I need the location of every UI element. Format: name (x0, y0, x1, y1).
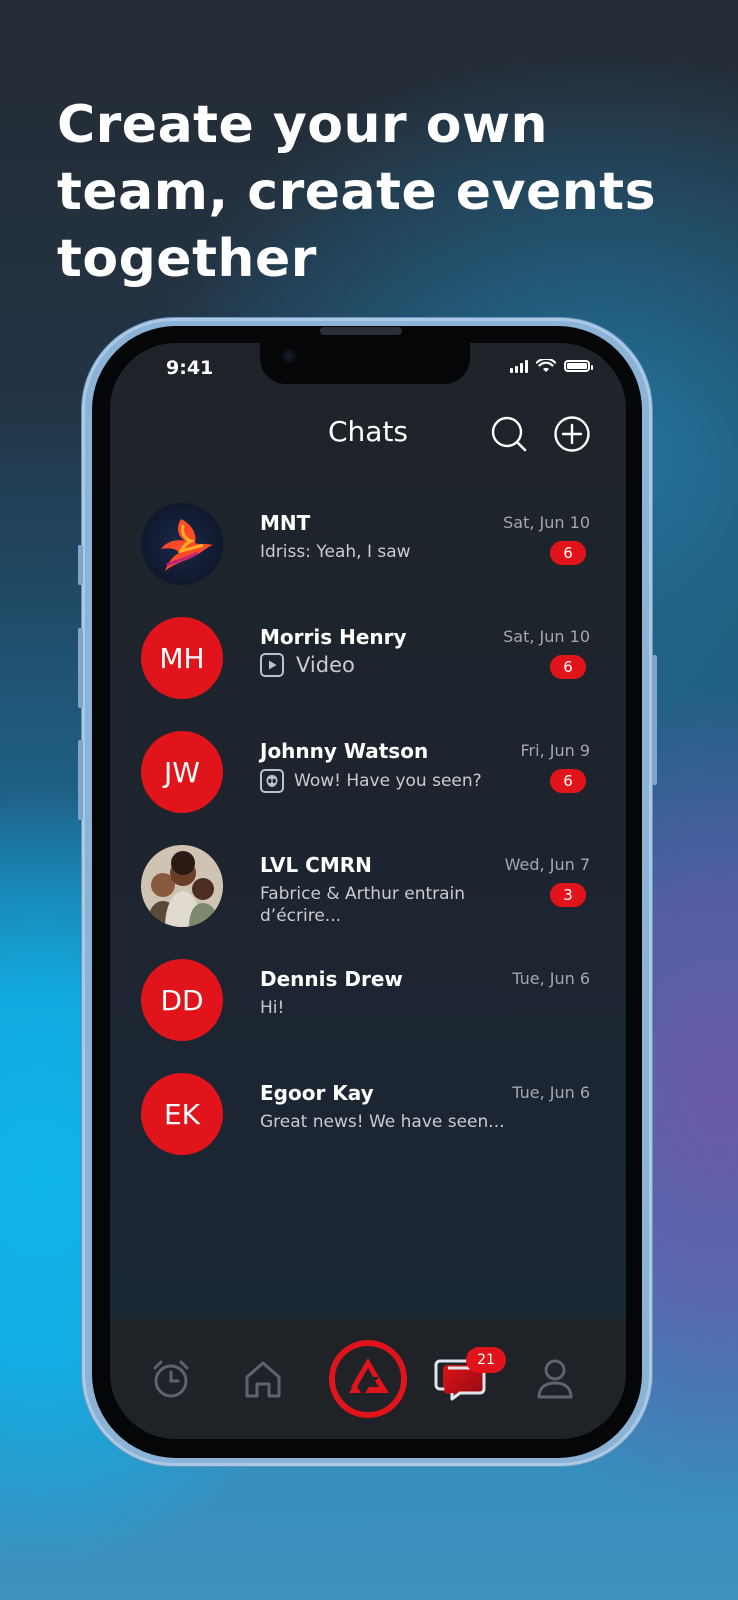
alien-sticker-icon (260, 769, 284, 793)
tab-alarm[interactable] (136, 1319, 206, 1439)
chat-preview: Wow! Have you seen? (260, 769, 560, 793)
chat-name: MNT (260, 511, 311, 535)
phoenix-logo-icon (161, 519, 213, 571)
notch (260, 343, 470, 384)
volume-up-button (78, 628, 83, 708)
unread-badge: 6 (550, 541, 586, 565)
chat-name: Dennis Drew (260, 967, 403, 991)
avatar-initials: EK (141, 1073, 223, 1155)
mute-switch (78, 545, 83, 585)
chat-preview-text: Wow! Have you seen? (294, 771, 482, 791)
wifi-icon (536, 359, 556, 372)
chat-preview: Great news! We have seen... (260, 1112, 505, 1132)
avatar-initials: JW (141, 731, 223, 813)
headline: Create your own team, create events toge… (57, 95, 657, 289)
chat-preview: Fabrice & Arthur entrain d’écrire... (260, 884, 466, 926)
chat-name: Egoor Kay (260, 1081, 374, 1105)
profile-icon (537, 1359, 573, 1399)
bottom-tab-bar: 21 (110, 1319, 626, 1439)
chat-row-lvl-cmrn[interactable]: LVL CMRN Wed, Jun 7 Fabrice & Arthur ent… (110, 845, 626, 957)
chat-date: Sat, Jun 10 (503, 627, 590, 646)
chat-preview: Idriss: Yeah, I saw (260, 542, 411, 562)
alarm-clock-icon (153, 1360, 189, 1398)
power-button (652, 655, 657, 785)
chat-preview-text: Video (296, 653, 355, 677)
tab-profile[interactable] (520, 1319, 590, 1439)
page-title: Chats (327, 415, 409, 448)
chat-preview: Hi! (260, 998, 285, 1018)
chat-row-johnny-watson[interactable]: JW Johnny Watson Fri, Jun 9 Wow! Have yo… (110, 731, 626, 843)
chat-row-mnt[interactable]: MNT Sat, Jun 10 Idriss: Yeah, I saw 6 (110, 503, 626, 615)
avatar-initials: MH (141, 617, 223, 699)
chat-preview: Video (260, 653, 520, 677)
unread-badge: 6 (550, 769, 586, 793)
front-camera (282, 349, 296, 363)
chat-date: Tue, Jun 6 (512, 969, 590, 988)
search-icon[interactable] (490, 415, 528, 453)
tab-home[interactable] (228, 1319, 298, 1439)
chat-date: Tue, Jun 6 (512, 1083, 590, 1102)
brand-logo-icon (329, 1340, 407, 1418)
avatar-initials: DD (141, 959, 223, 1041)
unread-badge: 3 (550, 883, 586, 907)
earpiece-speaker (320, 327, 402, 335)
chat-date: Wed, Jun 7 (504, 855, 590, 874)
chat-date: Fri, Jun 9 (520, 741, 591, 760)
chats-unread-badge: 21 (466, 1347, 506, 1373)
status-icons (510, 359, 593, 373)
chat-row-dennis-drew[interactable]: DD Dennis Drew Tue, Jun 6 Hi! (110, 959, 626, 1071)
chat-row-morris-henry[interactable]: MH Morris Henry Sat, Jun 10 Video 6 (110, 617, 626, 729)
status-time: 9:41 (166, 357, 214, 379)
chat-name: Johnny Watson (260, 739, 429, 763)
avatar-phoenix-logo (141, 503, 223, 585)
avatar-group-photo (141, 845, 223, 927)
tab-chats[interactable] (428, 1319, 498, 1439)
unread-badge: 6 (550, 655, 586, 679)
new-chat-plus-icon[interactable] (553, 415, 591, 453)
phone-screen: 9:41 Chats MNT Sat, Jun 10 Idriss: Yeah,… (110, 343, 626, 1439)
chat-row-egoor-kay[interactable]: EK Egoor Kay Tue, Jun 6 Great news! We h… (110, 1073, 626, 1185)
home-icon (245, 1361, 281, 1398)
chat-date: Sat, Jun 10 (503, 513, 590, 532)
chat-name: LVL CMRN (260, 853, 372, 877)
battery-icon (564, 360, 593, 372)
volume-down-button (78, 740, 83, 820)
tab-center-brand[interactable] (318, 1319, 418, 1439)
video-play-icon (260, 653, 284, 677)
cellular-signal-icon (510, 359, 528, 373)
chat-name: Morris Henry (260, 625, 407, 649)
group-photo-icon (141, 845, 223, 927)
